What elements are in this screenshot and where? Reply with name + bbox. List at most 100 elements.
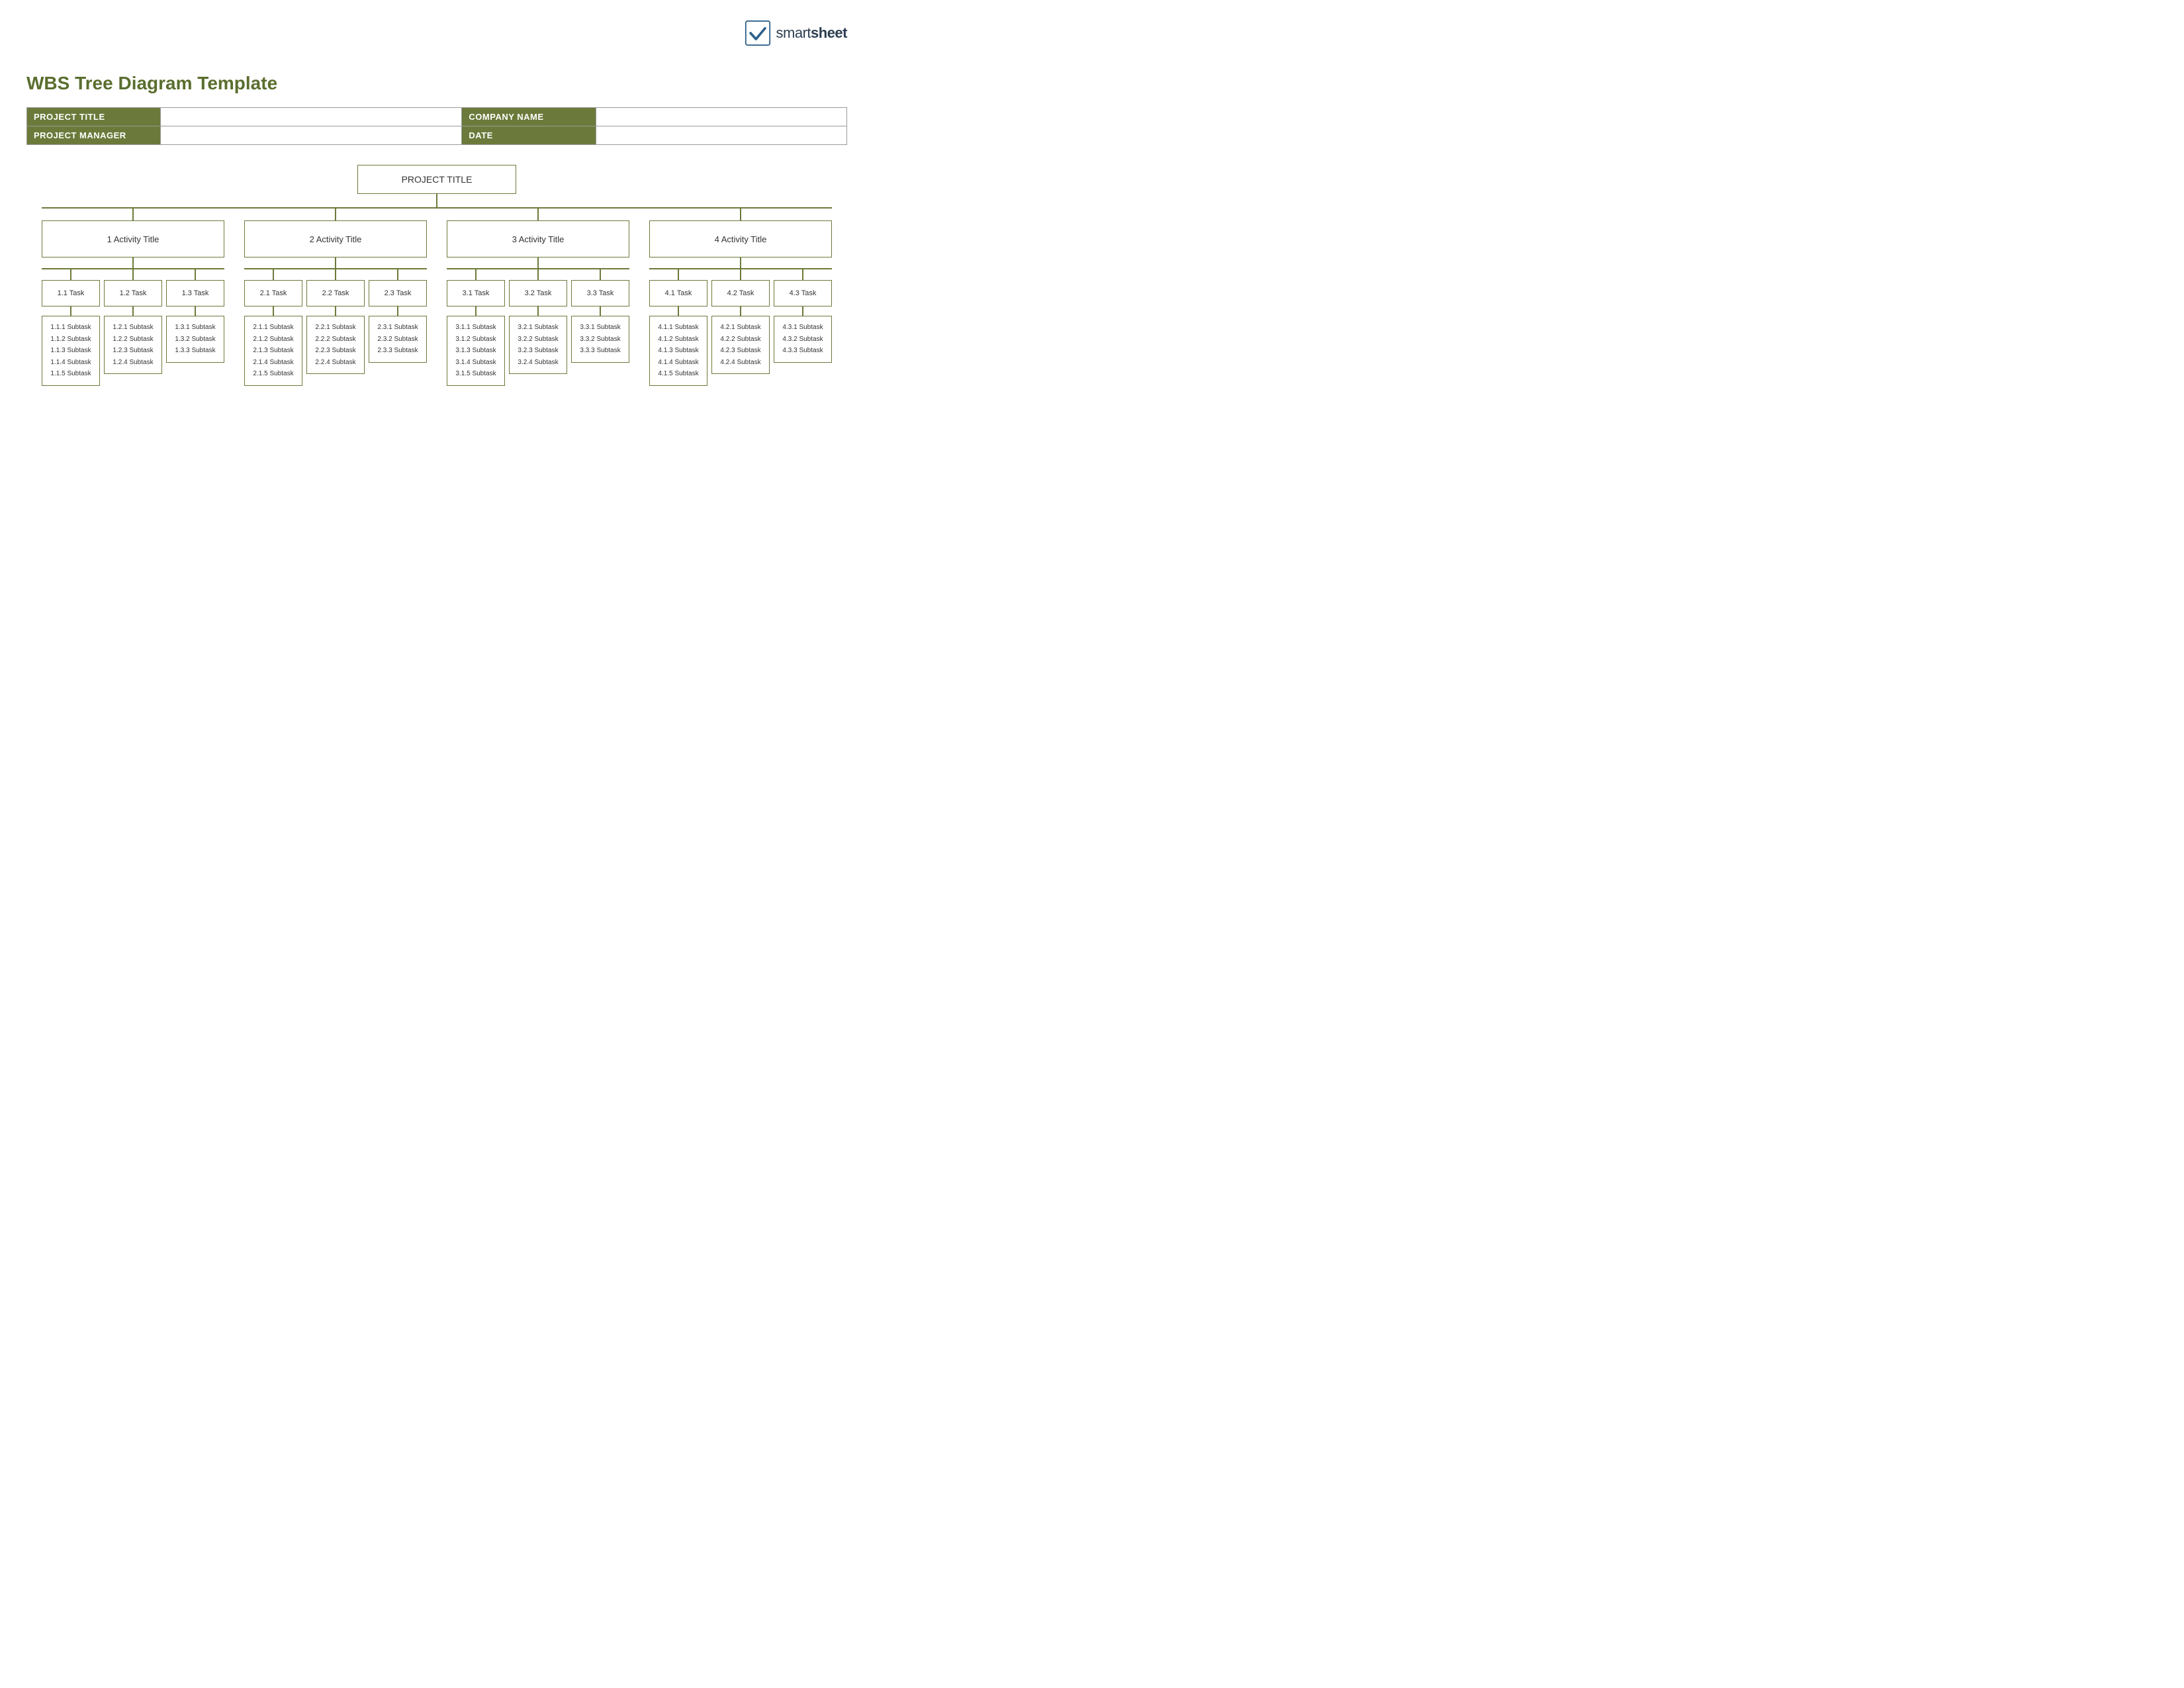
task-col-4-1: 4.1 Task 4.1.1 Subtask4.1.2 Subtask4.1.3 … <box>649 269 707 386</box>
vertical-connector <box>335 258 336 268</box>
vertical-connector <box>195 269 196 280</box>
smartsheet-logo-icon <box>745 20 771 46</box>
tasks-row-4: 4.1 Task 4.1.1 Subtask4.1.2 Subtask4.1.3 … <box>649 269 832 386</box>
vertical-connector <box>475 269 477 280</box>
vertical-connector <box>70 269 71 280</box>
project-info-table: PROJECT TITLE COMPANY NAME PROJECT MANAG… <box>26 107 847 145</box>
info-row-1: PROJECT TITLE COMPANY NAME <box>27 108 847 126</box>
project-manager-value[interactable] <box>161 126 462 145</box>
subtask-box-4-3: 4.3.1 Subtask4.3.2 Subtask4.3.3 Subtask <box>774 316 832 363</box>
task-col-4-2: 4.2 Task 4.2.1 Subtask4.2.2 Subtask4.2.3 … <box>711 269 770 386</box>
company-name-value[interactable] <box>596 108 846 126</box>
company-name-label: COMPANY NAME <box>462 108 596 126</box>
wbs-box: 1.3 Task <box>166 280 224 306</box>
activities-row: 1 Activity Title 1.1 Task 1.1.1 Subtask1.1… <box>42 209 832 386</box>
task-col-2-1: 2.1 Task 2.1.1 Subtask2.1.2 Subtask2.1.3 … <box>244 269 302 386</box>
wbs-box: 2.1 Task <box>244 280 302 306</box>
project-title-label: PROJECT TITLE <box>27 108 161 126</box>
wbs-box: PROJECT TITLE <box>357 165 516 194</box>
wbs-box: 4.2 Task <box>711 280 770 306</box>
task-col-2-3: 2.3 Task 2.3.1 Subtask2.3.2 Subtask2.3.3 … <box>369 269 427 386</box>
activity-section-1: 1 Activity Title 1.1 Task 1.1.1 Subtask1.1… <box>42 209 224 386</box>
vertical-connector <box>335 306 336 316</box>
wbs-box: 1.2 Task <box>104 280 162 306</box>
root-node-wrapper: PROJECT TITLE <box>357 165 516 207</box>
subtask-box-3-2: 3.2.1 Subtask3.2.2 Subtask3.2.3 Subtask3… <box>509 316 567 374</box>
page-header: smartsheet <box>26 20 847 46</box>
wbs-box: 1 Activity Title <box>42 220 224 258</box>
task-col-1-2: 1.2 Task 1.2.1 Subtask1.2.2 Subtask1.2.3 … <box>104 269 162 386</box>
vertical-connector <box>802 269 803 280</box>
vertical-connector <box>397 306 398 316</box>
subtask-box-3-3: 3.3.1 Subtask3.3.2 Subtask3.3.3 Subtask <box>571 316 629 363</box>
wbs-box: 3.3 Task <box>571 280 629 306</box>
vertical-connector <box>132 258 134 268</box>
project-manager-label: PROJECT MANAGER <box>27 126 161 145</box>
subtask-box-1-1: 1.1.1 Subtask1.1.2 Subtask1.1.3 Subtask1… <box>42 316 100 386</box>
vertical-connector <box>678 306 679 316</box>
vertical-connector <box>273 306 274 316</box>
vertical-connector <box>537 269 539 280</box>
subtask-box-1-2: 1.2.1 Subtask1.2.2 Subtask1.2.3 Subtask1… <box>104 316 162 374</box>
vertical-connector <box>335 209 336 220</box>
subtask-box-2-3: 2.3.1 Subtask2.3.2 Subtask2.3.3 Subtask <box>369 316 427 363</box>
vertical-connector <box>132 209 134 220</box>
vertical-connector <box>537 209 539 220</box>
wbs-box: 3 Activity Title <box>447 220 629 258</box>
vertical-connector <box>740 306 741 316</box>
page-title: WBS Tree Diagram Template <box>26 73 847 94</box>
vertical-connector <box>740 258 741 268</box>
subtask-box-2-2: 2.2.1 Subtask2.2.2 Subtask2.2.3 Subtask2… <box>306 316 365 374</box>
task-col-3-3: 3.3 Task 3.3.1 Subtask3.3.2 Subtask3.3.3 … <box>571 269 629 386</box>
subtask-box-3-1: 3.1.1 Subtask3.1.2 Subtask3.1.3 Subtask3… <box>447 316 505 386</box>
wbs-box: 3.1 Task <box>447 280 505 306</box>
vertical-connector <box>475 306 477 316</box>
vertical-connector <box>132 306 134 316</box>
vertical-connector <box>600 269 601 280</box>
wbs-diagram: PROJECT TITLE1 Activity Title1.1 Task1.1… <box>26 165 847 386</box>
vertical-connector <box>195 306 196 316</box>
vertical-connector <box>436 194 437 207</box>
task-col-3-1: 3.1 Task 3.1.1 Subtask3.1.2 Subtask3.1.3 … <box>447 269 505 386</box>
subtask-box-1-3: 1.3.1 Subtask1.3.2 Subtask1.3.3 Subtask <box>166 316 224 363</box>
wbs-box: 2.3 Task <box>369 280 427 306</box>
vertical-connector <box>537 306 539 316</box>
activity-section-4: 4 Activity Title 4.1 Task 4.1.1 Subtask4.1… <box>649 209 832 386</box>
vertical-connector <box>740 209 741 220</box>
wbs-box: 4.1 Task <box>649 280 707 306</box>
wbs-box: 1.1 Task <box>42 280 100 306</box>
tasks-row-2: 2.1 Task 2.1.1 Subtask2.1.2 Subtask2.1.3 … <box>244 269 427 386</box>
subtask-box-4-1: 4.1.1 Subtask4.1.2 Subtask4.1.3 Subtask4… <box>649 316 707 386</box>
project-title-value[interactable] <box>161 108 462 126</box>
subtask-box-2-1: 2.1.1 Subtask2.1.2 Subtask2.1.3 Subtask2… <box>244 316 302 386</box>
wbs-tree: PROJECT TITLE1 Activity Title1.1 Task1.1… <box>26 165 847 386</box>
wbs-box: 4 Activity Title <box>649 220 832 258</box>
vertical-connector <box>335 269 336 280</box>
task-col-1-1: 1.1 Task 1.1.1 Subtask1.1.2 Subtask1.1.3 … <box>42 269 100 386</box>
vertical-connector <box>70 306 71 316</box>
date-label: DATE <box>462 126 596 145</box>
wbs-box: 2.2 Task <box>306 280 365 306</box>
task-col-4-3: 4.3 Task 4.3.1 Subtask4.3.2 Subtask4.3.3 … <box>774 269 832 386</box>
activity-section-2: 2 Activity Title 2.1 Task 2.1.1 Subtask2.1… <box>244 209 427 386</box>
wbs-box: 3.2 Task <box>509 280 567 306</box>
vertical-connector <box>132 269 134 280</box>
vertical-connector <box>273 269 274 280</box>
task-col-1-3: 1.3 Task 1.3.1 Subtask1.3.2 Subtask1.3.3 … <box>166 269 224 386</box>
vertical-connector <box>740 269 741 280</box>
task-col-2-2: 2.2 Task 2.2.1 Subtask2.2.2 Subtask2.2.3 … <box>306 269 365 386</box>
tasks-row-3: 3.1 Task 3.1.1 Subtask3.1.2 Subtask3.1.3 … <box>447 269 629 386</box>
tasks-row-1: 1.1 Task 1.1.1 Subtask1.1.2 Subtask1.1.3 … <box>42 269 224 386</box>
wbs-box: 2 Activity Title <box>244 220 427 258</box>
vertical-connector <box>802 306 803 316</box>
date-value[interactable] <box>596 126 846 145</box>
vertical-connector <box>397 269 398 280</box>
activity-section-3: 3 Activity Title 3.1 Task 3.1.1 Subtask3.1… <box>447 209 629 386</box>
vertical-connector <box>537 258 539 268</box>
vertical-connector <box>600 306 601 316</box>
wbs-box: 4.3 Task <box>774 280 832 306</box>
info-row-2: PROJECT MANAGER DATE <box>27 126 847 145</box>
subtask-box-4-2: 4.2.1 Subtask4.2.2 Subtask4.2.3 Subtask4… <box>711 316 770 374</box>
logo: smartsheet <box>745 20 847 46</box>
task-col-3-2: 3.2 Task 3.2.1 Subtask3.2.2 Subtask3.2.3 … <box>509 269 567 386</box>
